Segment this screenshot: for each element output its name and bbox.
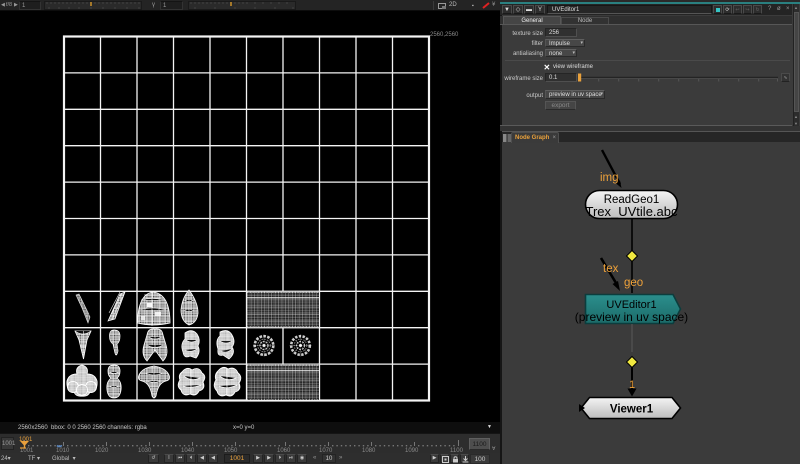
- svg-text:Trex_UVtile.abc: Trex_UVtile.abc: [586, 204, 678, 219]
- svg-text:2560,2560: 2560,2560: [430, 32, 459, 38]
- svg-text:(preview in uv space): (preview in uv space): [575, 310, 688, 324]
- svg-text:img: img: [600, 172, 619, 184]
- svg-text:tex: tex: [603, 263, 619, 275]
- svg-text:geo: geo: [624, 277, 643, 289]
- svg-text:Viewer1: Viewer1: [610, 404, 654, 416]
- svg-text:1: 1: [629, 379, 635, 391]
